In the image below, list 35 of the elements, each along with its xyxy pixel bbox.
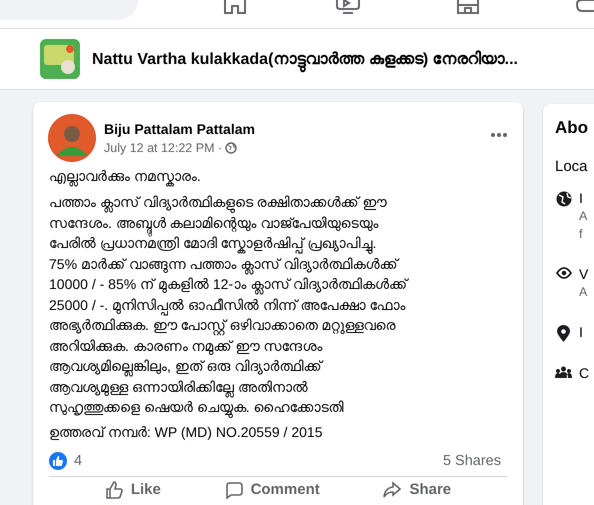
avatar[interactable] (48, 114, 96, 162)
page-thumbnail (40, 39, 80, 79)
shares-count[interactable]: 5 Shares (442, 452, 501, 468)
about-text: I (579, 323, 583, 341)
location-pin-icon (557, 325, 570, 342)
about-text: C (579, 364, 590, 382)
speech-bubble-icon (224, 480, 243, 498)
share-button[interactable]: Share (377, 480, 458, 498)
globe-icon (225, 142, 238, 154)
about-text: A (579, 208, 588, 225)
comment-button[interactable]: Comment (218, 480, 326, 498)
about-text: f (579, 226, 584, 243)
globe-icon (556, 191, 572, 207)
eye-icon (556, 267, 572, 279)
video-icon[interactable] (335, 0, 361, 14)
post-paragraph: പത്താം ക്ലാസ് വിദ്യാർത്ഥികളുടെ രക്ഷിതാക്കൾക്ക് ഈ സന്ദേശം. അബ്ദുൾ കലാമിന്റെയും വാജ്പേയിയുടെയും പേരിൽ പ്രധാനമന്ത്രി മോദി സ്കോളർഷിപ്പ് പ്രഖ്യാപിച്ചു. 75% മാർക്ക് വാങ്ങുന്ന പത്താം ക്ലാസ് വിദ്യാർത്ഥികൾക്ക് 10000 / - 85% ന് മുകളിൽ 12-ാം ക്ലാസ് വിദ്യാർത്ഥികൾക്ക് 25000 / -. മുനിസിപ്പൽ ഓഫീസിൽ നിന്ന് അപേക്ഷാ ഫോം അഭ്യർത്ഥിക്കുക. ഈ പോസ്റ്റ് ഒഴിവാക്കാതെ മറ്റുള്ളവരെ അറിയിക്കുക. കാരണം നമുക്ക് ഈ സന്ദേശം ആവശ്യമില്ലെങ്കിലും, ഇത് ഒരു വിദ്യാർത്ഥിക്ക് ആവശ്യമുള്ള ഒന്നായിരിക്കില്ലേ അതിനാൽ സുഹൃത്തുക്കളെ ഷെയർ ചെയ്യുക. ഹൈക്കോടതി (49, 192, 507, 418)
about-text: V (579, 265, 588, 283)
post-greeting: എല്ലാവർക്കും നമസ്കാരം. (49, 166, 507, 186)
like-button[interactable]: Like (98, 480, 167, 498)
thumbs-up-icon (104, 480, 123, 498)
about-text: I (579, 189, 584, 207)
about-subtitle: Loca (555, 158, 589, 175)
store-icon[interactable] (455, 0, 481, 14)
controller-icon[interactable] (575, 0, 594, 14)
home-icon[interactable] (222, 0, 248, 14)
like-reaction-icon[interactable] (49, 452, 67, 470)
about-heading: Abo (555, 118, 590, 138)
about-text: A (579, 284, 588, 301)
people-icon (555, 366, 572, 378)
like-count[interactable]: 4 (74, 452, 82, 468)
order-number-text: ഉത്തരവ് നമ്പർ: WP (MD) NO.20559 / 2015 (49, 422, 324, 442)
post-time[interactable]: July 12 at 12:22 PM · (104, 141, 222, 155)
author-name[interactable]: Biju Pattalam Pattalam (104, 121, 255, 137)
share-arrow-icon (383, 480, 402, 498)
more-options-icon[interactable] (491, 133, 507, 137)
